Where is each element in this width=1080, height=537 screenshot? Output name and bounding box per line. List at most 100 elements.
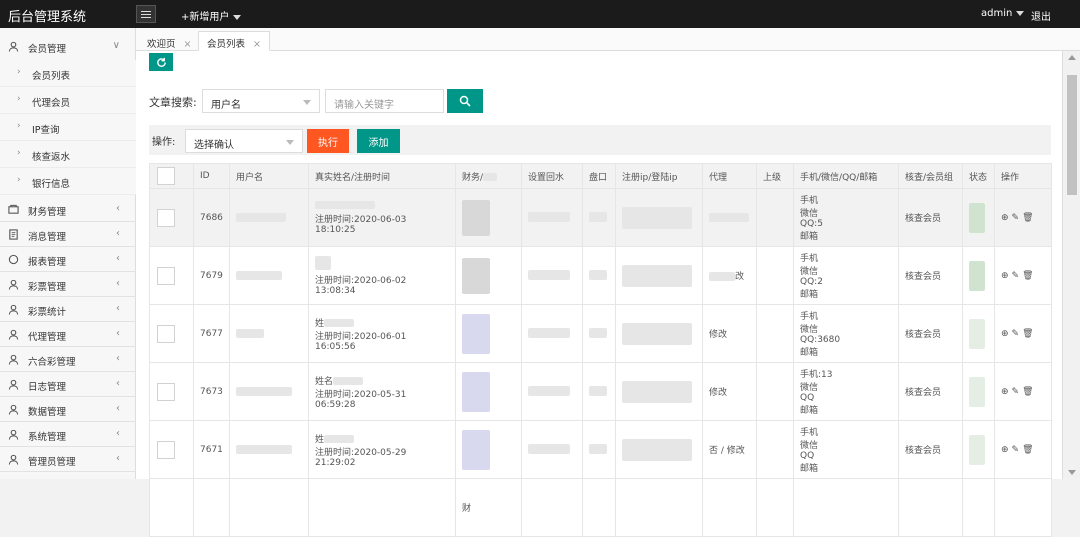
sidebar-subitem-member-list[interactable]: › 会员列表 <box>0 60 136 87</box>
download-icon[interactable]: ⊕ <box>1001 445 1009 455</box>
checkbox[interactable] <box>157 324 175 343</box>
chevron-left-icon: ‹ <box>116 428 120 439</box>
download-icon[interactable]: ⊕ <box>1001 213 1009 223</box>
contact-wechat: 微信 <box>800 209 819 219</box>
sidebar-item-lottery-stats[interactable]: 彩票统计 ‹ <box>0 297 136 322</box>
sidebar-item-lottery[interactable]: 彩票管理 ‹ <box>0 272 136 297</box>
table-row[interactable]: 7677 姓注册时间:2020-06-01 16:05:56 修改 手机 微信 … <box>149 304 1052 363</box>
edit-icon[interactable]: ✎ <box>1012 445 1020 455</box>
checkbox[interactable] <box>157 440 175 459</box>
logout-link[interactable]: 退出 <box>1031 8 1051 23</box>
member-table: ID 用户名 真实姓名/注册时间 财务/ 设置回水 盘口 注册ip/登陆ip 代… <box>149 163 1052 537</box>
user-icon <box>8 454 19 465</box>
register-time: 注册时间:2020-06-02 13:08:34 <box>315 275 407 296</box>
row-select-cell[interactable] <box>149 188 194 247</box>
edit-icon[interactable]: ✎ <box>1012 329 1020 339</box>
admin-menu[interactable]: admin <box>981 8 1025 19</box>
sidebar-item-data[interactable]: 数据管理 ‹ <box>0 397 136 422</box>
search-field-select[interactable]: 用户名 <box>202 89 320 113</box>
add-user-menu[interactable]: +新增用户 <box>181 8 242 23</box>
user-icon <box>8 429 19 440</box>
download-icon[interactable]: ⊕ <box>1001 387 1009 397</box>
header-cell: 用户名 <box>229 163 309 189</box>
sidebar-subitem-ip-query[interactable]: › IP查询 <box>0 114 136 141</box>
sidebar-item-label: 管理员管理 <box>28 457 76 468</box>
sidebar-subitem-bank-info[interactable]: › 银行信息 <box>0 168 136 195</box>
sidebar-item-label: 日志管理 <box>28 382 67 393</box>
add-button[interactable]: 添加 <box>357 129 400 153</box>
table-row[interactable]: 7673 姓名 注册时间:2020-05-31 06:59:28 修改 手机:13… <box>149 362 1052 421</box>
trash-icon[interactable]: 🗑 <box>1022 329 1033 339</box>
agent-cell: 修改 <box>702 304 757 363</box>
row-select-cell[interactable] <box>149 362 194 421</box>
tab-welcome[interactable]: 欢迎页 × <box>138 31 200 51</box>
chevron-right-icon: › <box>17 121 21 131</box>
edit-icon[interactable]: ✎ <box>1012 271 1020 281</box>
username-cell <box>229 362 309 421</box>
sidebar-item-admins[interactable]: 管理员管理 ‹ <box>0 447 136 472</box>
scroll-down-icon[interactable] <box>1068 470 1076 475</box>
actions-cell: ⊕ ✎ 🗑 <box>994 420 1052 479</box>
sidebar-item-members[interactable]: 会员管理 ∨ <box>0 34 136 60</box>
search-input[interactable]: 请输入关键字 <box>325 89 444 113</box>
vertical-scrollbar[interactable] <box>1062 51 1080 479</box>
agent-value: 否 / 修改 <box>709 446 745 456</box>
sidebar-item-system[interactable]: 系统管理 ‹ <box>0 422 136 447</box>
download-icon[interactable]: ⊕ <box>1001 271 1009 281</box>
execute-button[interactable]: 执行 <box>307 129 349 153</box>
chevron-left-icon: ‹ <box>116 403 120 414</box>
sidebar-item-label: 彩票管理 <box>28 282 67 293</box>
trash-icon[interactable]: 🗑 <box>1022 213 1033 223</box>
sidebar-item-messages[interactable]: 消息管理 ‹ <box>0 222 136 247</box>
sidebar-subitem-agent-members[interactable]: › 代理会员 <box>0 87 136 114</box>
rebate-cell <box>521 188 583 247</box>
sidebar-item-logs[interactable]: 日志管理 ‹ <box>0 372 136 397</box>
id-cell: 7673 <box>193 362 230 421</box>
close-icon[interactable]: × <box>184 39 192 50</box>
caret-down-icon <box>233 14 242 20</box>
menu-toggle-button[interactable] <box>136 5 156 23</box>
checkbox[interactable] <box>157 167 175 185</box>
sidebar: 会员管理 ∨ › 会员列表 › 代理会员 › IP查询 › 核查返水 › 银行信息 财务管… <box>0 28 136 479</box>
caret-down-icon <box>286 140 294 145</box>
chevron-right-icon: › <box>17 148 21 158</box>
table-row[interactable]: 7671 姓注册时间:2020-05-29 21:29:02 否 / 修改 手机… <box>149 420 1052 479</box>
username-cell <box>229 420 309 479</box>
trash-icon[interactable]: 🗑 <box>1022 271 1033 281</box>
checkbox[interactable] <box>157 382 175 401</box>
contact-phone: 手机 <box>800 254 819 264</box>
tab-member-list[interactable]: 会员列表 × <box>198 31 270 51</box>
sidebar-subitem-rebate-check[interactable]: › 核查返水 <box>0 141 136 168</box>
trash-icon[interactable]: 🗑 <box>1022 445 1033 455</box>
table-row[interactable]: 7686 注册时间:2020-06-03 18:10:25 手机 微信 QQ:5… <box>149 188 1052 247</box>
sidebar-item-finance[interactable]: 财务管理 ‹ <box>0 197 136 222</box>
close-icon[interactable]: × <box>253 39 261 50</box>
sidebar-item-reports[interactable]: 报表管理 ‹ <box>0 247 136 272</box>
row-select-cell[interactable] <box>149 246 194 305</box>
edit-icon[interactable]: ✎ <box>1012 387 1020 397</box>
actions-cell: ⊕ ✎ 🗑 <box>994 188 1052 247</box>
trash-icon[interactable]: 🗑 <box>1022 387 1033 397</box>
edit-icon[interactable]: ✎ <box>1012 213 1020 223</box>
register-time: 注册时间:2020-06-03 18:10:25 <box>315 214 407 235</box>
row-select-cell[interactable] <box>149 420 194 479</box>
operation-select[interactable]: 选择确认 <box>185 129 303 153</box>
table-row[interactable]: 财 <box>149 478 1052 537</box>
user-icon <box>8 379 19 390</box>
row-select-cell[interactable] <box>149 478 194 537</box>
sidebar-item-agents[interactable]: 代理管理 ‹ <box>0 322 136 347</box>
actions-cell <box>994 478 1052 537</box>
refresh-button[interactable] <box>149 53 173 71</box>
scroll-up-icon[interactable] <box>1068 55 1076 60</box>
row-select-cell[interactable] <box>149 304 194 363</box>
realname-cell: 姓注册时间:2020-06-01 16:05:56 <box>308 304 456 363</box>
download-icon[interactable]: ⊕ <box>1001 329 1009 339</box>
rebate-cell <box>521 362 583 421</box>
header-select-all[interactable] <box>149 163 194 189</box>
search-button[interactable] <box>447 89 483 113</box>
checkbox[interactable] <box>157 266 175 285</box>
scrollbar-thumb[interactable] <box>1067 75 1077 195</box>
checkbox[interactable] <box>157 208 175 227</box>
table-row[interactable]: 7679 注册时间:2020-06-02 13:08:34 改 手机 微信 QQ… <box>149 246 1052 305</box>
sidebar-item-mark-six[interactable]: 六合彩管理 ‹ <box>0 347 136 372</box>
